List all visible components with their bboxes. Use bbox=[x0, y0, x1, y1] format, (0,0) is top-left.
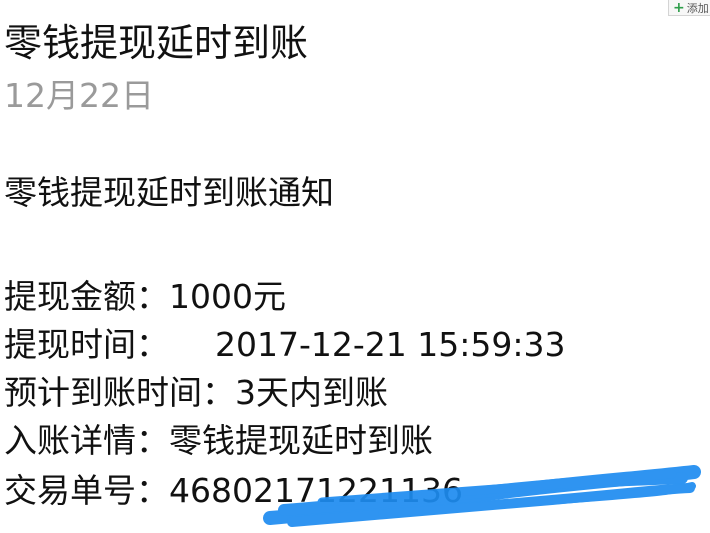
field-withdraw-amount: 提现金额：1000元 bbox=[4, 276, 286, 318]
message-date: 12月22日 bbox=[4, 76, 154, 115]
notification-heading: 零钱提现延时到账通知 bbox=[4, 173, 334, 212]
message-title: 零钱提现延时到账 bbox=[4, 21, 309, 65]
field-withdraw-time: 提现时间： 2017-12-21 15:59:33 bbox=[4, 324, 565, 366]
add-tab-button[interactable]: + 添加 bbox=[668, 0, 710, 16]
field-value: 46802171221136 bbox=[169, 471, 463, 510]
field-expected-arrival: 预计到账时间：3天内到账 bbox=[4, 372, 388, 414]
field-credit-details: 入账详情：零钱提现延时到账 bbox=[4, 420, 433, 462]
add-tab-label: 添加 bbox=[686, 1, 709, 15]
field-label: 提现时间： bbox=[4, 325, 169, 364]
field-label: 预计到账时间： bbox=[4, 373, 235, 412]
field-value: 2017-12-21 15:59:33 bbox=[215, 325, 566, 364]
plus-icon: + bbox=[673, 0, 685, 16]
field-value: 3天内到账 bbox=[235, 373, 388, 412]
field-label: 入账详情： bbox=[4, 421, 169, 460]
field-transaction-number: 交易单号：46802171221136 bbox=[4, 470, 463, 512]
field-label: 交易单号： bbox=[4, 471, 169, 510]
field-value: 零钱提现延时到账 bbox=[169, 421, 433, 460]
field-label: 提现金额： bbox=[4, 277, 169, 316]
field-value: 1000元 bbox=[169, 277, 286, 316]
